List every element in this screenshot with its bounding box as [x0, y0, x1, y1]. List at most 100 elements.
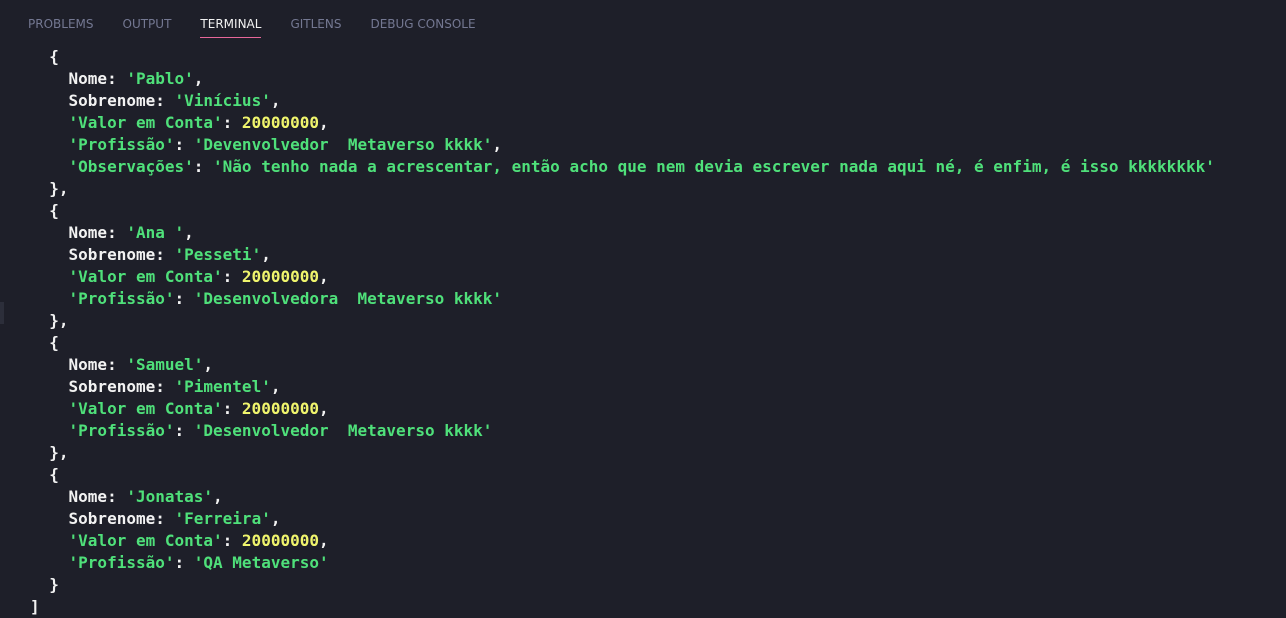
field-key: Nome	[68, 487, 108, 506]
tab-output[interactable]: OUTPUT	[123, 0, 172, 39]
colon: :	[155, 91, 175, 110]
field-key: 'Observações'	[68, 157, 194, 176]
field-key: 'Valor em Conta'	[68, 399, 223, 418]
field-key: Sobrenome	[68, 509, 156, 528]
brace: },	[30, 311, 69, 330]
brace: {	[30, 47, 59, 66]
comma: ,	[318, 267, 329, 286]
field-value: 20000000	[241, 531, 319, 550]
tab-debug-console[interactable]: DEBUG CONSOLE	[370, 0, 475, 39]
record-open-brace: {	[30, 464, 1280, 486]
colon: :	[107, 69, 127, 88]
panel-tab-bar: PROBLEMS OUTPUT TERMINAL GITLENS DEBUG C…	[0, 0, 1286, 44]
comma: ,	[318, 531, 329, 550]
comma: ,	[261, 245, 271, 264]
field-value: 'Desenvolvedora Metaverso kkkk'	[193, 289, 503, 308]
colon: :	[107, 487, 127, 506]
field-value: 'Vinícius'	[174, 91, 271, 110]
record-field: 'Profissão': 'Desenvolvedora Metaverso k…	[30, 288, 1280, 310]
colon: :	[222, 399, 242, 418]
record-field: 'Observações': 'Não tenho nada a acresce…	[30, 156, 1280, 178]
colon: :	[155, 377, 175, 396]
field-key: Nome	[68, 69, 108, 88]
field-value: 'Pesseti'	[174, 245, 262, 264]
record-field: Nome: 'Jonatas',	[30, 486, 1280, 508]
tab-gitlens[interactable]: GITLENS	[290, 0, 341, 39]
brace: {	[30, 201, 59, 220]
record-field: 'Profissão': 'QA Metaverso'	[30, 552, 1280, 574]
record-field: Nome: 'Ana ',	[30, 222, 1280, 244]
tab-terminal[interactable]: TERMINAL	[200, 0, 262, 38]
field-key: 'Valor em Conta'	[68, 531, 223, 550]
terminal-output[interactable]: { Nome: 'Pablo', Sobrenome: 'Vinícius', …	[30, 46, 1280, 618]
colon: :	[222, 113, 242, 132]
field-key: Sobrenome	[68, 245, 156, 264]
comma: ,	[193, 69, 204, 88]
record-field: Sobrenome: 'Ferreira',	[30, 508, 1280, 530]
record-field: Sobrenome: 'Vinícius',	[30, 90, 1280, 112]
record-field: 'Profissão': 'Desenvolvedor Metaverso kk…	[30, 420, 1280, 442]
colon: :	[174, 135, 194, 154]
record-close-brace: },	[30, 310, 1280, 332]
field-value: 'QA Metaverso'	[193, 553, 329, 572]
colon: :	[222, 267, 242, 286]
field-value: 'Samuel'	[126, 355, 204, 374]
tab-problems[interactable]: PROBLEMS	[28, 0, 94, 39]
array-close-bracket: ]	[30, 596, 1280, 618]
colon: :	[222, 531, 242, 550]
brace: }	[30, 575, 59, 594]
field-value: 'Ana '	[126, 223, 185, 242]
field-value: 'Desenvolvedor Metaverso kkkk'	[193, 421, 493, 440]
field-key: Nome	[68, 355, 108, 374]
brace: {	[30, 465, 59, 484]
comma: ,	[270, 377, 281, 396]
record-close-brace: }	[30, 574, 1280, 596]
colon: :	[193, 157, 214, 176]
record-field: 'Valor em Conta': 20000000,	[30, 530, 1280, 552]
colon: :	[107, 355, 127, 374]
colon: :	[155, 509, 175, 528]
field-value: 'Ferreira'	[174, 509, 271, 528]
record-field: 'Valor em Conta': 20000000,	[30, 398, 1280, 420]
record-close-brace: },	[30, 178, 1280, 200]
field-key: 'Valor em Conta'	[68, 267, 223, 286]
record-field: 'Valor em Conta': 20000000,	[30, 266, 1280, 288]
record-field: 'Valor em Conta': 20000000,	[30, 112, 1280, 134]
comma: ,	[213, 487, 223, 506]
record-open-brace: {	[30, 332, 1280, 354]
field-value: 'Não tenho nada a acrescentar, então ach…	[213, 157, 1215, 176]
record-open-brace: {	[30, 200, 1280, 222]
field-key: 'Profissão'	[68, 421, 175, 440]
brace: },	[30, 443, 69, 462]
colon: :	[107, 223, 127, 242]
field-key: Sobrenome	[68, 91, 156, 110]
comma: ,	[270, 91, 281, 110]
comma: ,	[184, 223, 194, 242]
record-open-brace: {	[30, 46, 1280, 68]
comma: ,	[270, 509, 281, 528]
bracket: ]	[30, 597, 40, 616]
field-value: 'Pimentel'	[174, 377, 271, 396]
comma: ,	[318, 399, 329, 418]
field-value: 'Jonatas'	[126, 487, 214, 506]
colon: :	[174, 553, 194, 572]
field-key: Nome	[68, 223, 108, 242]
field-key: 'Profissão'	[68, 289, 175, 308]
field-value: 20000000	[241, 399, 319, 418]
field-value: 'Pablo'	[126, 69, 194, 88]
field-value: 'Devenvolvedor Metaverso kkkk'	[193, 135, 493, 154]
field-key: Sobrenome	[68, 377, 156, 396]
